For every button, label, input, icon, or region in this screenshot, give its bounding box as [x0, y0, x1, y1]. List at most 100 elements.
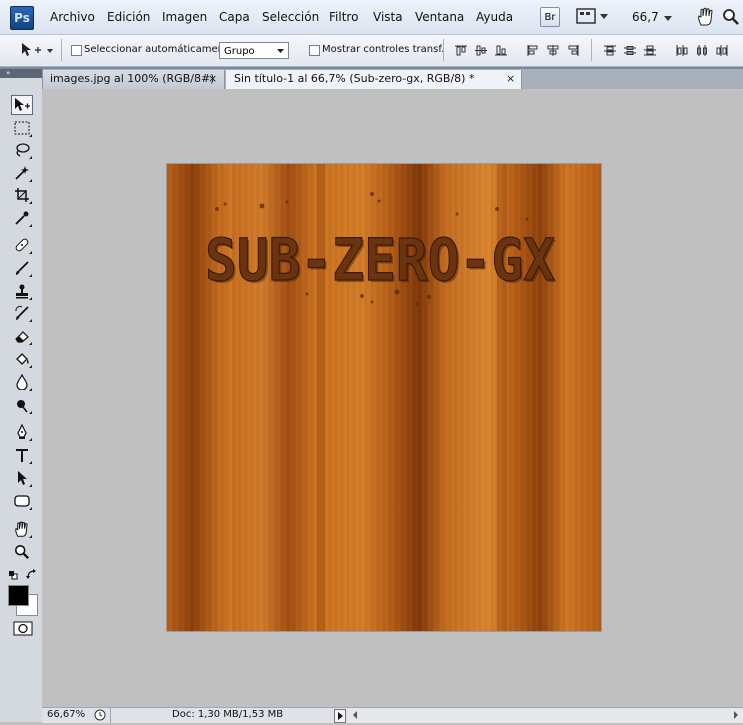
- type-tool[interactable]: [11, 445, 33, 465]
- eraser-tool[interactable]: [11, 326, 33, 346]
- align-top-icon[interactable]: [455, 45, 467, 56]
- menu-vista[interactable]: Vista: [373, 10, 403, 24]
- distribute-bottom-icon[interactable]: [644, 45, 656, 56]
- distribute-vcenter-icon[interactable]: [624, 45, 636, 56]
- hand-tool[interactable]: [11, 519, 33, 539]
- distribute-right-icon[interactable]: [716, 45, 728, 56]
- status-doc-info: Doc: 1,30 MB/1,53 MB: [172, 709, 284, 720]
- menu-ayuda[interactable]: Ayuda: [476, 10, 513, 24]
- auto-select-label: Seleccionar automáticamente:: [84, 44, 238, 55]
- tab-images-jpg[interactable]: images.jpg al 100% (RGB/8#) ×: [42, 70, 225, 89]
- crop-tool[interactable]: [11, 185, 33, 205]
- tab-sin-titulo-1[interactable]: Sin título-1 al 66,7% (Sub-zero-gx, RGB/…: [226, 70, 522, 89]
- chevron-down-icon: [277, 49, 284, 53]
- view-extras-icon[interactable]: [576, 8, 610, 27]
- zoom-tool[interactable]: [11, 542, 33, 562]
- foreground-color-swatch[interactable]: [8, 585, 29, 606]
- menu-seleccion[interactable]: Selección: [262, 10, 319, 24]
- path-selection-tool[interactable]: [11, 468, 33, 488]
- menu-bar: Ps Archivo Edición Imagen Capa Selección…: [0, 0, 743, 35]
- move-icon: [15, 98, 30, 111]
- pen-tool[interactable]: [11, 422, 33, 442]
- magnifier-icon: [14, 544, 30, 560]
- separator: [110, 708, 111, 723]
- distribute-hcenter-icon[interactable]: [696, 45, 708, 56]
- history-brush-tool[interactable]: [11, 303, 33, 323]
- shape-tool[interactable]: [11, 491, 33, 511]
- eyedropper-tool[interactable]: [11, 208, 33, 228]
- close-icon[interactable]: ×: [506, 70, 515, 88]
- zoom-level[interactable]: 66,7: [632, 10, 659, 24]
- align-right-icon[interactable]: [567, 45, 579, 56]
- crop-icon: [15, 188, 29, 202]
- dodge-icon: [17, 400, 28, 413]
- brush-tool[interactable]: [11, 258, 33, 278]
- separator: [443, 39, 444, 61]
- align-left-icon[interactable]: [527, 45, 539, 56]
- status-menu-button[interactable]: [334, 709, 346, 723]
- auto-select-checkbox[interactable]: [71, 45, 82, 56]
- show-transform-label: Mostrar controles transf.: [322, 44, 445, 55]
- separator: [591, 39, 592, 61]
- align-bottom-icon[interactable]: [495, 45, 507, 56]
- tab-label: Sin título-1 al 66,7% (Sub-zero-gx, RGB/…: [234, 72, 475, 85]
- photoshop-logo[interactable]: Ps: [10, 6, 34, 30]
- default-colors-icon[interactable]: [8, 570, 18, 583]
- eraser-icon: [15, 331, 29, 343]
- show-transform-checkbox[interactable]: [309, 45, 320, 56]
- status-zoom[interactable]: 66,67%: [47, 709, 85, 720]
- separator: [61, 39, 62, 61]
- tools-panel-collapse[interactable]: »: [0, 69, 42, 78]
- distribute-top-icon[interactable]: [604, 45, 616, 56]
- dodge-tool[interactable]: [11, 395, 33, 415]
- menu-filtro[interactable]: Filtro: [329, 10, 358, 24]
- move-tool[interactable]: [11, 95, 33, 115]
- lasso-icon: [16, 143, 30, 157]
- magic-wand-tool[interactable]: [11, 163, 33, 183]
- bandage-icon: [15, 238, 29, 252]
- scroll-left-icon[interactable]: [352, 711, 358, 719]
- history-brush-icon: [15, 305, 29, 320]
- bridge-button[interactable]: Br: [540, 7, 560, 27]
- horizontal-scrollbar[interactable]: [348, 708, 743, 723]
- blur-tool[interactable]: [11, 372, 33, 392]
- paint-bucket-tool[interactable]: [11, 349, 33, 369]
- menu-imagen[interactable]: Imagen: [162, 10, 207, 24]
- move-tool-preset-icon[interactable]: [21, 42, 53, 61]
- scroll-right-icon[interactable]: [733, 711, 739, 719]
- clone-stamp-tool[interactable]: [11, 281, 33, 301]
- document-canvas[interactable]: SUB-ZERO-GX SUB-ZERO-GX: [167, 164, 601, 631]
- menu-edicion[interactable]: Edición: [107, 10, 150, 24]
- zoom-icon[interactable]: [722, 8, 740, 29]
- menu-ventana[interactable]: Ventana: [415, 10, 464, 24]
- menu-capa[interactable]: Capa: [219, 10, 250, 24]
- marquee-tool[interactable]: [11, 118, 33, 138]
- menu-archivo[interactable]: Archivo: [50, 10, 95, 24]
- align-vcenter-icon[interactable]: [475, 45, 487, 56]
- water-drop-icon: [16, 374, 28, 390]
- lasso-tool[interactable]: [11, 140, 33, 160]
- quick-mask-icon[interactable]: [13, 621, 33, 639]
- options-bar: Seleccionar automáticamente: Grupo Mostr…: [0, 35, 743, 67]
- align-hcenter-icon[interactable]: [547, 45, 559, 56]
- eyedropper-icon: [15, 211, 29, 225]
- healing-brush-tool[interactable]: [11, 235, 33, 255]
- wood-texture-image: SUB-ZERO-GX SUB-ZERO-GX: [167, 164, 601, 631]
- engraved-text: SUB-ZERO-GX: [205, 226, 555, 294]
- path-arrow-icon: [18, 471, 27, 485]
- zoom-dropdown-icon[interactable]: [664, 12, 672, 25]
- swap-colors-icon[interactable]: [26, 569, 37, 583]
- tab-label: images.jpg al 100% (RGB/8#): [50, 72, 215, 85]
- distribute-left-icon[interactable]: [676, 45, 688, 56]
- tools-panel: »: [0, 69, 43, 722]
- close-icon[interactable]: ×: [208, 70, 217, 88]
- paint-bucket-icon: [16, 353, 29, 365]
- magic-wand-icon: [15, 166, 29, 180]
- auto-select-dropdown[interactable]: Grupo: [219, 42, 289, 59]
- rect-marquee-icon: [14, 121, 30, 135]
- rounded-rect-icon: [14, 495, 30, 507]
- document-tab-bar: images.jpg al 100% (RGB/8#) × Sin título…: [42, 69, 743, 89]
- pen-icon: [17, 424, 27, 439]
- type-icon: [16, 449, 28, 462]
- hand-icon[interactable]: [697, 7, 715, 30]
